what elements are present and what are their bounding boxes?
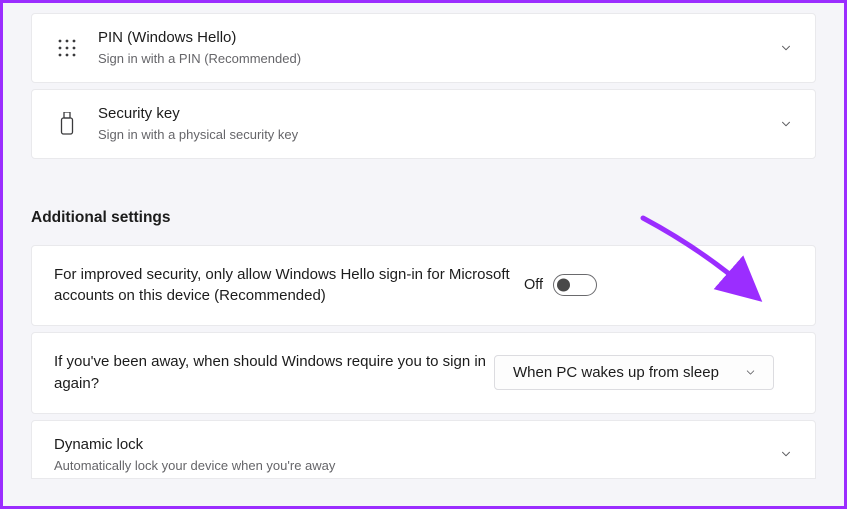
- signin-option-title: Security key: [98, 104, 779, 124]
- chevron-down-icon: [779, 117, 793, 131]
- settings-panel: PIN (Windows Hello) Sign in with a PIN (…: [0, 0, 847, 509]
- usb-key-icon: [50, 112, 84, 136]
- signin-option-subtitle: Sign in with a PIN (Recommended): [98, 50, 779, 68]
- signin-option-title: PIN (Windows Hello): [98, 28, 779, 48]
- dynamic-lock-title: Dynamic lock: [54, 435, 779, 455]
- chevron-down-icon: [779, 41, 793, 55]
- require-signin-dropdown[interactable]: When PC wakes up from sleep: [494, 355, 774, 390]
- windows-hello-only-toggle[interactable]: [553, 274, 597, 296]
- dynamic-lock-row[interactable]: Dynamic lock Automatically lock your dev…: [31, 420, 816, 480]
- toggle-state-label: Off: [524, 277, 543, 293]
- require-signin-text: If you've been away, when should Windows…: [54, 351, 494, 395]
- pin-keypad-icon: [50, 38, 84, 58]
- dynamic-lock-subtitle: Automatically lock your device when you'…: [54, 457, 779, 475]
- chevron-down-icon: [744, 366, 757, 379]
- toggle-knob: [557, 279, 570, 292]
- signin-option-pin[interactable]: PIN (Windows Hello) Sign in with a PIN (…: [31, 13, 816, 83]
- dropdown-selected-value: When PC wakes up from sleep: [513, 364, 719, 381]
- require-signin-row: If you've been away, when should Windows…: [31, 332, 816, 414]
- additional-settings-header: Additional settings: [31, 209, 816, 227]
- windows-hello-only-row: For improved security, only allow Window…: [31, 245, 816, 327]
- windows-hello-only-text: For improved security, only allow Window…: [54, 264, 524, 308]
- signin-option-subtitle: Sign in with a physical security key: [98, 126, 779, 144]
- signin-option-security-key[interactable]: Security key Sign in with a physical sec…: [31, 89, 816, 159]
- chevron-down-icon: [779, 447, 793, 461]
